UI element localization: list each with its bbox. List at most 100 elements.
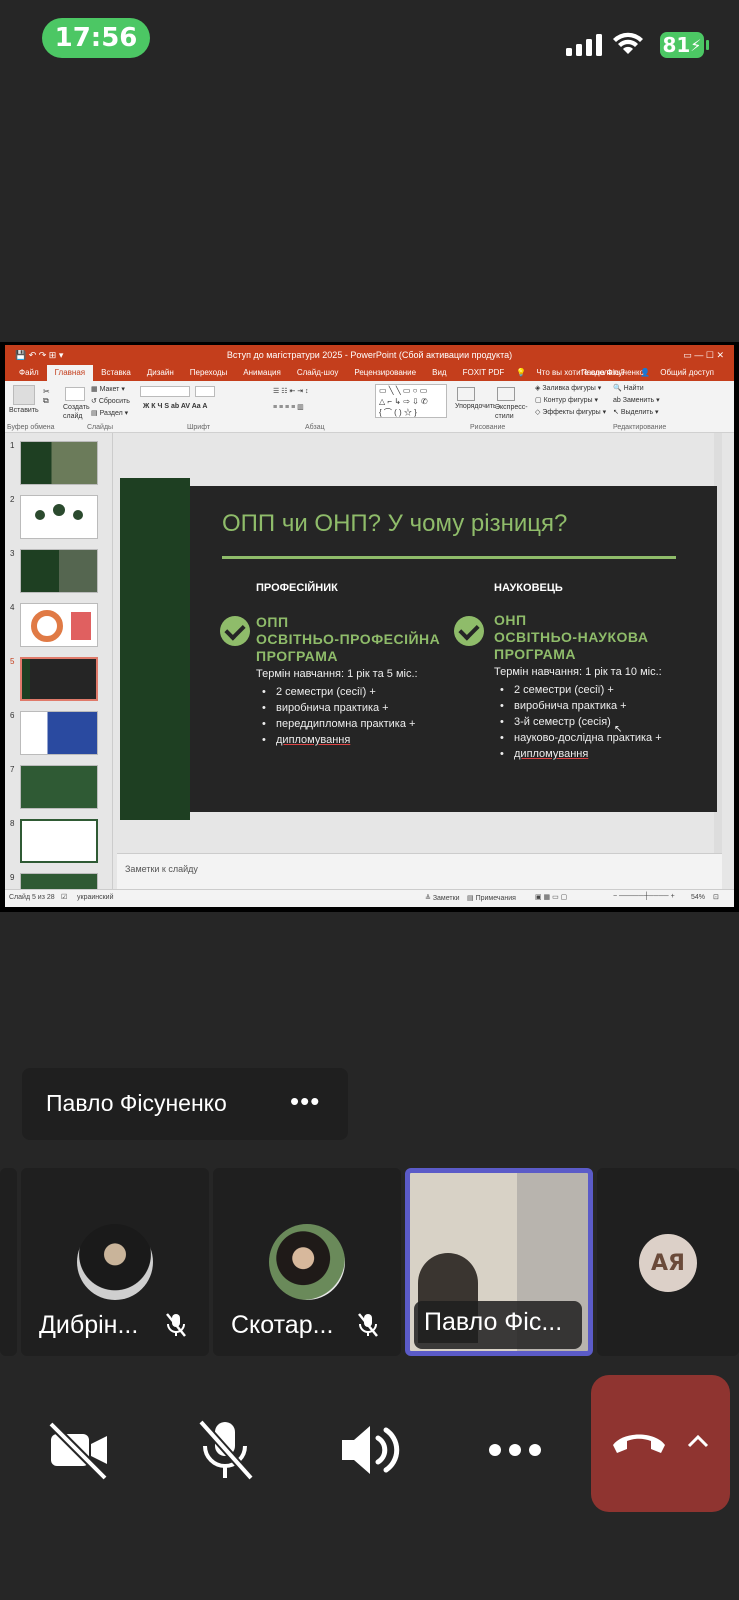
hang-up-button[interactable]: [591, 1375, 730, 1512]
tab-slideshow[interactable]: Слайд-шоу: [289, 365, 346, 381]
arrange-button[interactable]: Упорядочить: [455, 403, 497, 410]
list-item-text: 3-й семестр (сесія): [514, 716, 611, 728]
slide-thumb-4[interactable]: [20, 603, 98, 647]
notes-toggle[interactable]: ≜ Заметки: [425, 894, 460, 902]
comments-toggle[interactable]: ▤ Примечания: [467, 894, 516, 902]
cut-copy-icons[interactable]: ✂ ⧉: [43, 387, 50, 406]
list-item-text: дипломування: [514, 748, 589, 760]
quick-access-icons[interactable]: 💾 ↶ ↷ ⊞ ▾: [15, 350, 63, 361]
view-buttons[interactable]: ▣ ▦ ▭ ▢: [535, 893, 567, 901]
window-controls[interactable]: ▭ — ☐ ✕: [683, 350, 724, 361]
select-button[interactable]: ↖ Выделить ▾: [613, 408, 659, 416]
layout-button[interactable]: ▦ Макет ▾: [91, 385, 125, 393]
status-time: 17:56: [42, 18, 150, 58]
hang-up-phone-icon: [613, 1434, 665, 1453]
shapes-gallery[interactable]: ▭ ╲ ╲ ▭ ○ ▭ △ ⌐ ↳ ⇨ ⇩ ✆{ ⌒ ( ) ☆ }: [375, 384, 447, 418]
reset-button[interactable]: ↺ Сбросить: [91, 397, 130, 405]
list-buttons[interactable]: ☰ ☷ ⇤ ⇥ ↕: [273, 387, 309, 395]
arrange-icon[interactable]: [457, 387, 475, 401]
left-program-line2: ОСВІТНЬО-ПРОФЕСІЙНА: [256, 631, 441, 647]
list-item: дипломування: [496, 746, 662, 762]
more-options-button[interactable]: [475, 1410, 555, 1490]
list-item-text: виробнича практика +: [514, 700, 627, 712]
shape-outline-button[interactable]: ▢ Контур фигуры ▾: [535, 396, 598, 404]
align-buttons[interactable]: ≡ ≡ ≡ ≡ ▥: [273, 403, 304, 411]
participant-tile[interactable]: Дибрін...: [21, 1168, 209, 1356]
right-program-line2: ОСВІТНЬО-НАУКОВА: [494, 629, 649, 645]
reset-label: Сбросить: [98, 398, 130, 405]
express-styles-icon[interactable]: [497, 387, 515, 401]
tab-transitions[interactable]: Переходы: [182, 365, 236, 381]
chevron-up-icon[interactable]: [687, 1433, 709, 1449]
microphone-off-button[interactable]: [185, 1410, 265, 1490]
font-name-select[interactable]: [140, 386, 190, 397]
fit-window-icon[interactable]: ⊡: [713, 893, 719, 901]
shape-fill-label: Заливка фигуры: [542, 385, 596, 392]
list-item-text: науково-дослідна практика +: [514, 732, 662, 744]
thumb-number: 8: [10, 819, 15, 828]
speaker-name: Павло Фісуненко: [46, 1090, 227, 1116]
paste-button[interactable]: Вставить: [9, 407, 39, 414]
slide-thumb-6[interactable]: [20, 711, 98, 755]
express-styles-button[interactable]: Экспресс-стили: [495, 403, 529, 421]
participant-tile-partial[interactable]: [0, 1168, 17, 1356]
shape-fill-button[interactable]: ◈ Заливка фигуры ▾: [535, 384, 601, 392]
slide-thumb-1[interactable]: [20, 441, 98, 485]
charging-bolt-icon: ⚡: [690, 35, 702, 55]
slide-thumb-3[interactable]: [20, 549, 98, 593]
left-bullets: 2 семестри (сесії) + виробнича практика …: [258, 684, 415, 748]
slide-thumb-5-selected[interactable]: [20, 657, 98, 701]
language-indicator[interactable]: украинский: [77, 894, 114, 901]
right-bullets: 2 семестри (сесії) + виробнича практика …: [496, 682, 662, 762]
share-button[interactable]: 👤 Общий доступ: [632, 365, 730, 381]
font-size-select[interactable]: [195, 386, 215, 397]
new-slide-icon[interactable]: [65, 387, 85, 401]
layout-label: Макет: [99, 386, 120, 393]
create-slide-button[interactable]: Создать слайд: [63, 403, 91, 421]
tab-foxit[interactable]: FOXIT PDF: [455, 365, 513, 381]
list-item-text: виробнича практика +: [276, 702, 389, 714]
tab-file[interactable]: Файл: [11, 365, 47, 381]
spellcheck-icon[interactable]: ☑: [61, 893, 67, 901]
speaker-more-button[interactable]: •••: [290, 1086, 320, 1117]
find-button[interactable]: 🔍 Найти: [613, 384, 644, 392]
tab-view[interactable]: Вид: [424, 365, 454, 381]
tab-review[interactable]: Рецензирование: [346, 365, 424, 381]
participant-tile[interactable]: Скотар...: [213, 1168, 401, 1356]
participant-tile-active-video[interactable]: Павло Фіс...: [405, 1168, 593, 1356]
slide-thumb-2[interactable]: [20, 495, 98, 539]
avatar: [269, 1224, 345, 1300]
active-speaker-label[interactable]: Павло Фісуненко •••: [22, 1068, 348, 1140]
tab-animations[interactable]: Анимация: [235, 365, 289, 381]
left-column-heading: ПРОФЕСІЙНИК: [256, 582, 338, 594]
battery-cap: [706, 40, 709, 50]
thumb-number: 1: [10, 441, 15, 450]
list-item: науково-дослідна практика +: [496, 730, 662, 746]
participant-name: Дибрін...: [39, 1311, 139, 1339]
slide-thumb-8[interactable]: [20, 819, 98, 863]
thumb-bar: [22, 659, 30, 699]
slide-thumb-7[interactable]: [20, 765, 98, 809]
tab-insert[interactable]: Вставка: [93, 365, 139, 381]
battery-indicator: 81 ⚡: [660, 32, 704, 58]
slide-title: ОПП чи ОНП? У чому різниця?: [222, 510, 568, 537]
tab-home[interactable]: Главная: [46, 365, 94, 381]
font-format-buttons[interactable]: Ж К Ч S ab AV Aa A: [143, 403, 207, 410]
avatar-initials: АЯ: [639, 1234, 697, 1292]
group-clipboard: Буфер обмена: [7, 424, 55, 431]
zoom-level[interactable]: 54%: [691, 894, 705, 901]
replace-button[interactable]: ab Заменить ▾: [613, 396, 660, 404]
group-editing: Редактирование: [613, 424, 667, 431]
paste-icon[interactable]: [13, 385, 35, 405]
camera-off-button[interactable]: [39, 1410, 119, 1490]
replace-label: Заменить: [622, 397, 655, 404]
participant-tile[interactable]: АЯ: [597, 1168, 739, 1356]
notes-pane[interactable]: Заметки к слайду: [117, 853, 722, 889]
zoom-slider[interactable]: − ─────┼──── +: [613, 893, 675, 900]
speaker-button[interactable]: [330, 1410, 410, 1490]
group-slides: Слайды: [87, 424, 114, 431]
tab-design[interactable]: Дизайн: [139, 365, 182, 381]
shape-effects-button[interactable]: ◇ Эффекты фигуры ▾: [535, 408, 606, 416]
thumb-number: 7: [10, 765, 15, 774]
section-button[interactable]: ▤ Раздел ▾: [91, 409, 128, 417]
